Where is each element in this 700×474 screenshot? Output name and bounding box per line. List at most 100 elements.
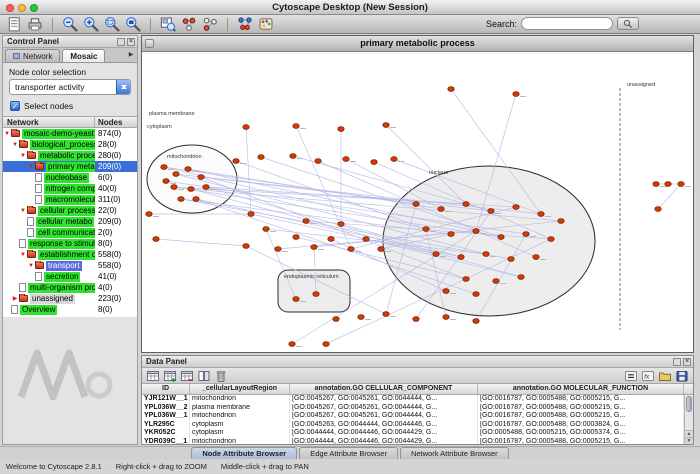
- expander-icon[interactable]: ▼: [19, 153, 27, 159]
- network-node[interactable]: [473, 292, 479, 297]
- network-node[interactable]: [513, 92, 519, 97]
- tree-header-nodes[interactable]: Nodes: [95, 117, 137, 127]
- network-node[interactable]: [303, 219, 309, 224]
- close-data-panel-icon[interactable]: ×: [683, 358, 691, 366]
- tab-network[interactable]: Network: [5, 49, 60, 62]
- tree-item-overview[interactable]: Overview8(0): [3, 304, 137, 315]
- network-node[interactable]: [193, 197, 199, 202]
- delete-rows-icon[interactable]: [214, 369, 228, 383]
- network-node[interactable]: [258, 155, 264, 160]
- select-nodes-checkbox[interactable]: ✓: [10, 101, 20, 111]
- tree-item-nucleobase[interactable]: nucleobase6(0): [3, 172, 137, 183]
- network-node[interactable]: [311, 245, 317, 250]
- tree-item-macromolecule[interactable]: macromolecule311(0): [3, 194, 137, 205]
- zoom-in-icon[interactable]: [83, 16, 99, 32]
- network-node[interactable]: [513, 205, 519, 210]
- maximize-button[interactable]: [30, 4, 38, 12]
- table-row-ykr052c[interactable]: YKR052Ccytoplasm[GO:0044444, GO:0044446,…: [142, 429, 684, 438]
- equation-builder-icon[interactable]: fx: [641, 369, 655, 383]
- expander-icon[interactable]: ▼: [11, 142, 19, 148]
- network-node[interactable]: [188, 187, 194, 192]
- table-row-ylr295c[interactable]: YLR295Ccytoplasm[GO:0045263, GO:0044444,…: [142, 421, 684, 430]
- float-data-panel-icon[interactable]: [673, 358, 681, 366]
- network-node[interactable]: [463, 202, 469, 207]
- print-icon[interactable]: [27, 16, 43, 32]
- network-overview-icon[interactable]: [160, 16, 176, 32]
- network-node[interactable]: [178, 197, 184, 202]
- network-node[interactable]: [508, 257, 514, 262]
- network-node[interactable]: [290, 154, 296, 159]
- column-header-cellularlayoutregion[interactable]: _cellularLayoutRegion: [190, 384, 290, 394]
- frame-menu-icon[interactable]: [145, 39, 154, 48]
- table-row-ypl036w-2[interactable]: YPL036W__2plasma membrane[GO:0045267, GO…: [142, 404, 684, 413]
- network-node[interactable]: [383, 312, 389, 317]
- node-color-select[interactable]: transporter activity: [9, 79, 131, 95]
- table-scrollbar[interactable]: ▲ ▼: [684, 395, 693, 444]
- network-node[interactable]: [423, 227, 429, 232]
- network-node[interactable]: [448, 87, 454, 92]
- float-panel-icon[interactable]: [117, 38, 125, 46]
- network-node[interactable]: [173, 172, 179, 177]
- scroll-down-icon[interactable]: ▼: [685, 437, 693, 444]
- network-node[interactable]: [655, 207, 661, 212]
- close-button[interactable]: [6, 4, 14, 12]
- network-node[interactable]: [458, 255, 464, 260]
- expander-icon[interactable]: ▼: [27, 263, 35, 269]
- expander-icon[interactable]: ▼: [3, 131, 11, 137]
- minimize-button[interactable]: [18, 4, 26, 12]
- expander-icon[interactable]: ▼: [27, 164, 35, 170]
- tree-item-mosaic-demo-yeast[interactable]: ▼mosaic-demo-yeast874(0): [3, 128, 137, 139]
- network-node[interactable]: [473, 229, 479, 234]
- tree-item-multi-organism-pro[interactable]: multi-organism pro4(0): [3, 282, 137, 293]
- network-node[interactable]: [558, 219, 564, 224]
- network-node[interactable]: [413, 202, 419, 207]
- save-attributes-icon[interactable]: [675, 369, 689, 383]
- network-node[interactable]: [163, 179, 169, 184]
- hide-selected-icon[interactable]: [181, 16, 197, 32]
- network-node[interactable]: [243, 244, 249, 249]
- network-node[interactable]: [313, 292, 319, 297]
- network-node[interactable]: [338, 222, 344, 227]
- network-node[interactable]: [248, 212, 254, 217]
- network-node[interactable]: [289, 342, 295, 347]
- zoom-fit-icon[interactable]: [125, 16, 141, 32]
- network-node[interactable]: [343, 157, 349, 162]
- network-node[interactable]: [498, 235, 504, 240]
- close-panel-icon[interactable]: ×: [127, 38, 135, 46]
- network-node[interactable]: [443, 289, 449, 294]
- window-titlebar[interactable]: Cytoscape Desktop (New Session): [0, 0, 700, 15]
- search-input[interactable]: [521, 17, 613, 30]
- network-node[interactable]: [161, 165, 167, 170]
- column-header-id[interactable]: ID: [142, 384, 190, 394]
- tree-item-cellular-metabo[interactable]: cellular metabo209(0): [3, 216, 137, 227]
- expander-icon[interactable]: ▼: [19, 208, 27, 214]
- tree-item-cell-communicat[interactable]: cell communicat2(0): [3, 227, 137, 238]
- network-node[interactable]: [538, 212, 544, 217]
- create-attribute-icon[interactable]: [163, 369, 177, 383]
- network-node[interactable]: [348, 247, 354, 252]
- network-node[interactable]: [438, 207, 444, 212]
- network-node[interactable]: [448, 232, 454, 237]
- network-node[interactable]: [171, 185, 177, 190]
- network-node[interactable]: [358, 315, 364, 320]
- network-node[interactable]: [328, 237, 334, 242]
- tree-item-biological-process[interactable]: ▼biological_process28(0): [3, 139, 137, 150]
- scrollbar-thumb[interactable]: [686, 396, 692, 412]
- tree-item-response-to-stimul[interactable]: response to stimul8(0): [3, 238, 137, 249]
- network-node[interactable]: [533, 255, 539, 260]
- delete-attribute-icon[interactable]: [180, 369, 194, 383]
- tree-item-primary-metabolic-process[interactable]: ▼primary metabolic process209(0): [3, 161, 137, 172]
- show-all-icon[interactable]: [202, 16, 218, 32]
- tab-overflow-button[interactable]: ▶: [125, 48, 137, 62]
- save-session-icon[interactable]: [6, 16, 22, 32]
- network-node[interactable]: [153, 237, 159, 242]
- network-node[interactable]: [548, 237, 554, 242]
- network-node[interactable]: [233, 159, 239, 164]
- network-node[interactable]: [146, 212, 152, 217]
- tree-item-nitrogen-compo[interactable]: nitrogen compo40(0): [3, 183, 137, 194]
- network-node[interactable]: [243, 125, 249, 130]
- tree-item-transport[interactable]: ▼transport558(0): [3, 260, 137, 271]
- network-node[interactable]: [493, 279, 499, 284]
- network-node[interactable]: [293, 297, 299, 302]
- zoom-selected-region-icon[interactable]: [104, 16, 120, 32]
